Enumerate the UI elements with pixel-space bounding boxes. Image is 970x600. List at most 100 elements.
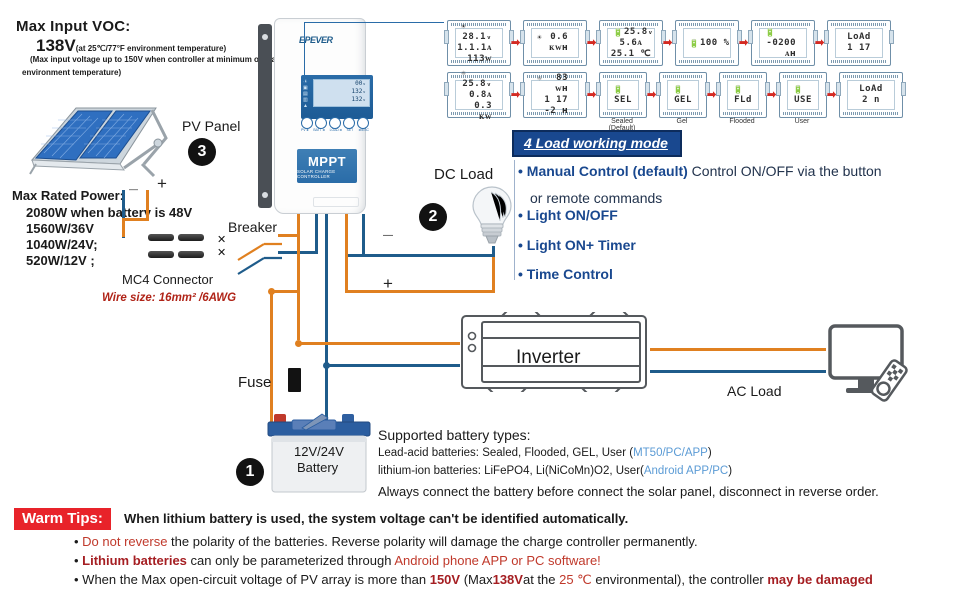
mc4-connector-male-positive (148, 234, 174, 241)
battery-type-user-screen-line-1: 🔋 USE (793, 85, 812, 105)
warm-tip-3-part-b: (Max (460, 572, 493, 587)
pv-voltage-screen-line-1: ☀ 28.1ᵥ (461, 22, 492, 42)
max-input-voc-value: 138V(at 25℃/77°F environment temperature… (36, 36, 226, 56)
lcd-flow-arrow: ➡ (767, 89, 777, 101)
wire-battery-negative-down (325, 214, 328, 419)
load-mode-time-control-bold: Time Control (526, 266, 613, 282)
battery-type-sealed-screen-line-1: 🔋 SEL (613, 85, 632, 105)
load-mode-rail (514, 160, 515, 280)
mc4-connector-label: MC4 Connector (122, 272, 214, 287)
junction-dot-positive (268, 288, 275, 295)
warm-tips-badge: Warm Tips: (14, 508, 111, 530)
load-mode-manual-rest: Control ON/OFF via the button (687, 163, 882, 179)
load-mode-manual-subline: or remote commands (530, 190, 663, 206)
wire-dcload-negative-riser (362, 214, 365, 257)
lead-acid-battery-line: Lead-acid batteries: Sealed, Flooded, GE… (378, 447, 712, 459)
lcd-flow-arrow: ➡ (587, 37, 597, 49)
lcd-flow-arrow: ➡ (739, 37, 749, 49)
load-mode-item-light-onoff: • Light ON/OFF (518, 207, 618, 223)
warm-tip-3-voltage-138: 138V (492, 572, 523, 587)
battery-type-gel-screen-icon: 🔋 (673, 85, 684, 94)
max-input-voc-title: Max Input VOC: (16, 18, 131, 35)
controller-model-subtitle: SOLAR CHARGE CONTROLLER (297, 168, 336, 179)
lcd-flow-arrow: ➡ (647, 89, 657, 101)
callout-badge-3: 3 (188, 138, 216, 166)
load-mode-item-time-control: • Time Control (518, 266, 613, 282)
warm-tip-3-damage-warning: may be damaged (767, 572, 873, 587)
warm-tip-3-temperature: 25 ℃ (559, 572, 592, 587)
load-voltage-screen-line-1: ☼ 25.8ᵥ (461, 68, 492, 89)
wire-dcload-positive (345, 290, 495, 293)
dc-load-bulb-icon (470, 185, 514, 245)
lead-acid-link: MT50/PC/APP (633, 447, 708, 459)
warm-tip-2-middle: can only be parameterized through (186, 553, 395, 568)
inverter-label: Inverter (516, 347, 581, 368)
junction-dot-inverter-positive (295, 340, 302, 347)
load-mode-item-light-timer: • Light ON+ Timer (518, 237, 636, 253)
dc-load-minus-symbol: — (383, 230, 393, 241)
lead-acid-suffix: ) (707, 447, 712, 459)
warm-tip-3-part-a: When the Max open-circuit voltage of PV … (82, 572, 430, 587)
lcd-flow-arrow: ➡ (663, 37, 673, 49)
warm-tips-main-line: When lithium battery is used, the system… (124, 511, 629, 526)
battery-soc-screen-icon: 🔋 (689, 38, 700, 48)
pv-voltage-screen-line-2: 1.1.1ᴀ (457, 43, 492, 53)
lithium-suffix: ) (728, 465, 733, 477)
wire-controller-pv-negative (315, 214, 318, 254)
lithium-battery-line: lithium-ion batteries: LiFePO4, Li(NiCoM… (378, 465, 732, 477)
mc4-connector-male-negative (148, 251, 174, 258)
warm-tip-1-rest: the polarity of the batteries. Reverse p… (167, 534, 698, 549)
battery-status-screen-line-3: 25.1 ℃ (610, 48, 652, 59)
fuse-icon (288, 368, 301, 392)
wire-dcload-negative (345, 254, 495, 257)
breaker-label: Breaker (228, 219, 278, 235)
battery-capacity-screen-line-1: 🔋 -0200 ᴀʜ (765, 27, 796, 59)
controller-vent (313, 197, 359, 207)
controller-lcd-row-1: 00ᵥ (355, 80, 366, 87)
load-mode-light-onoff-bold: Light ON/OFF (526, 207, 618, 223)
warm-tip-2-highlight-2: Android phone APP or PC software! (394, 553, 601, 568)
lcd-flow-arrow: ➡ (707, 89, 717, 101)
controller-model-name: MPPT (307, 153, 347, 169)
lcd-pointer-horizontal (304, 22, 444, 23)
lcd-flow-arrow: ➡ (827, 89, 837, 101)
battery-capacity-screen-icon: 🔋 (765, 27, 776, 37)
battery-type-gel-screen: 🔋 GEL (656, 72, 710, 118)
wire-battery-positive-down (297, 234, 300, 340)
controller-button-label-pv: PV◄ (301, 128, 309, 132)
lithium-link: Android APP/PC (643, 465, 729, 477)
load-mode-light-timer-bold: Light ON+ Timer (526, 237, 636, 253)
lcd-flow-arrow: ➡ (587, 89, 597, 101)
battery-type-gel-screen-caption: Gel (676, 118, 688, 125)
wire-inverter-positive (297, 342, 460, 345)
lead-acid-prefix: Lead-acid batteries: Sealed, Flooded, GE… (378, 447, 634, 459)
load-energy-screen-icon: ☼ (537, 74, 543, 83)
battery-type-gel-screen-line-1: 🔋 GEL (673, 85, 692, 105)
wire-ac-output-line (650, 348, 826, 351)
battery-status-screen-line-2: 5.6ᴀ (619, 37, 643, 48)
pv-plus-symbol: + (157, 174, 167, 193)
fuse-label: Fuse (238, 374, 272, 391)
load-mode-1-screen: LoAd 1 17 (824, 20, 894, 66)
mppt-charge-controller[interactable]: EPEVER ☀ ▣ ▤ ▥ ▲ 00ᵥ 132ᵥ 132ᵥ PV◄ BATT◄ LOA… (258, 18, 373, 214)
wire-pv-positive-bend (122, 218, 149, 221)
power-line-12v: 520W/12V ; (26, 253, 95, 268)
load-voltage-screen-line-2: 0.8ᴀ (469, 89, 492, 100)
battery-soc-screen: 🔋 100 % (672, 20, 742, 66)
wire-ac-output-neutral (650, 370, 826, 373)
warm-tip-2-highlight: Lithium batteries (82, 553, 187, 568)
load-mode-2-screen: LoAd 2 n (836, 72, 906, 118)
battery-type-flooded-screen-icon: 🔋 (733, 85, 744, 94)
pv-panel-label: PV Panel (182, 118, 241, 134)
warm-tip-1-highlight: Do not reverse (82, 534, 168, 549)
dc-load-label: DC Load (434, 166, 494, 183)
load-voltage-screen-line-3: 0.3 ᴋᴡ (474, 100, 492, 122)
pv-power-screen-icon: ☀ (537, 33, 543, 42)
pv-voltage-screen: ☀ 28.1ᵥ 1.1.1ᴀ 113ᴡ (444, 20, 514, 66)
battery-type-sealed-screen: 🔋 SEL (596, 72, 650, 118)
wire-size-label: Wire size: 16mm² /6AWG (102, 292, 237, 304)
lcd-flow-arrow: ➡ (511, 37, 521, 49)
voc-condition: (at 25℃/77°F environment temperature) (75, 44, 227, 53)
controller-lcd: ☀ ▣ ▤ ▥ ▲ 00ᵥ 132ᵥ 132ᵥ (301, 75, 373, 119)
pv-minus-symbol: — (129, 184, 138, 194)
